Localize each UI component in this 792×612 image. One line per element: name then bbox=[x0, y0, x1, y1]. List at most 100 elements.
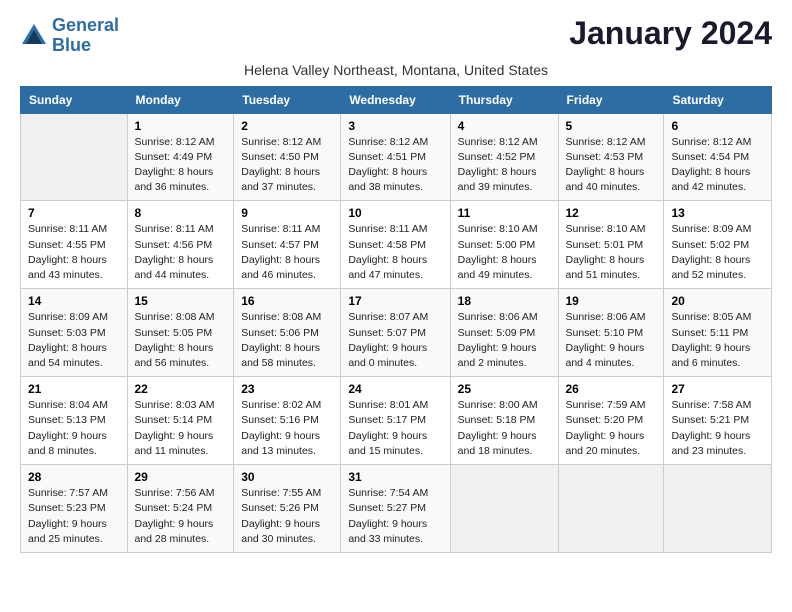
col-wednesday: Wednesday bbox=[341, 86, 450, 113]
calendar-cell: 1 Sunrise: 8:12 AM Sunset: 4:49 PM Daylig… bbox=[127, 113, 234, 201]
calendar-cell: 23 Sunrise: 8:02 AM Sunset: 5:16 PM Dayli… bbox=[234, 377, 341, 465]
calendar-cell: 30 Sunrise: 7:55 AM Sunset: 5:26 PM Dayli… bbox=[234, 465, 341, 553]
logo-line1: General bbox=[52, 15, 119, 35]
calendar-cell: 21 Sunrise: 8:04 AM Sunset: 5:13 PM Dayli… bbox=[21, 377, 128, 465]
logo: General Blue bbox=[20, 16, 119, 56]
calendar-cell: 8 Sunrise: 8:11 AM Sunset: 4:56 PM Daylig… bbox=[127, 201, 234, 289]
day-detail: Sunrise: 8:11 AM Sunset: 4:55 PM Dayligh… bbox=[28, 222, 120, 283]
day-number: 8 bbox=[135, 206, 227, 220]
page: General Blue January 2024 Helena Valley … bbox=[0, 0, 792, 563]
subtitle: Helena Valley Northeast, Montana, United… bbox=[20, 62, 772, 78]
day-number: 22 bbox=[135, 382, 227, 396]
day-number: 15 bbox=[135, 294, 227, 308]
calendar-cell: 14 Sunrise: 8:09 AM Sunset: 5:03 PM Dayli… bbox=[21, 289, 128, 377]
day-number: 14 bbox=[28, 294, 120, 308]
calendar-cell: 15 Sunrise: 8:08 AM Sunset: 5:05 PM Dayli… bbox=[127, 289, 234, 377]
day-number: 17 bbox=[348, 294, 442, 308]
day-detail: Sunrise: 7:56 AM Sunset: 5:24 PM Dayligh… bbox=[135, 486, 227, 547]
day-detail: Sunrise: 8:12 AM Sunset: 4:54 PM Dayligh… bbox=[671, 135, 764, 196]
header: General Blue January 2024 bbox=[20, 16, 772, 56]
week-row-2: 7 Sunrise: 8:11 AM Sunset: 4:55 PM Daylig… bbox=[21, 201, 772, 289]
day-detail: Sunrise: 7:54 AM Sunset: 5:27 PM Dayligh… bbox=[348, 486, 442, 547]
day-detail: Sunrise: 8:09 AM Sunset: 5:02 PM Dayligh… bbox=[671, 222, 764, 283]
day-number: 25 bbox=[458, 382, 551, 396]
day-number: 28 bbox=[28, 470, 120, 484]
day-number: 29 bbox=[135, 470, 227, 484]
day-number: 6 bbox=[671, 119, 764, 133]
day-detail: Sunrise: 8:09 AM Sunset: 5:03 PM Dayligh… bbox=[28, 310, 120, 371]
day-number: 20 bbox=[671, 294, 764, 308]
calendar-cell: 25Sunrise: 8:00 AM Sunset: 5:18 PM Dayli… bbox=[450, 377, 558, 465]
calendar-cell: 4Sunrise: 8:12 AM Sunset: 4:52 PM Daylig… bbox=[450, 113, 558, 201]
day-detail: Sunrise: 8:06 AM Sunset: 5:10 PM Dayligh… bbox=[566, 310, 657, 371]
logo-line2: Blue bbox=[52, 35, 91, 55]
day-number: 26 bbox=[566, 382, 657, 396]
calendar-cell: 7 Sunrise: 8:11 AM Sunset: 4:55 PM Daylig… bbox=[21, 201, 128, 289]
week-row-1: 1 Sunrise: 8:12 AM Sunset: 4:49 PM Daylig… bbox=[21, 113, 772, 201]
title-area: January 2024 bbox=[569, 16, 772, 51]
week-row-3: 14 Sunrise: 8:09 AM Sunset: 5:03 PM Dayli… bbox=[21, 289, 772, 377]
calendar-cell: 27Sunrise: 7:58 AM Sunset: 5:21 PM Dayli… bbox=[664, 377, 772, 465]
calendar-cell: 2Sunrise: 8:12 AM Sunset: 4:50 PM Daylig… bbox=[234, 113, 341, 201]
day-detail: Sunrise: 8:03 AM Sunset: 5:14 PM Dayligh… bbox=[135, 398, 227, 459]
day-number: 18 bbox=[458, 294, 551, 308]
day-detail: Sunrise: 8:12 AM Sunset: 4:53 PM Dayligh… bbox=[566, 135, 657, 196]
day-detail: Sunrise: 8:01 AM Sunset: 5:17 PM Dayligh… bbox=[348, 398, 442, 459]
header-row: Sunday Monday Tuesday Wednesday Thursday… bbox=[21, 86, 772, 113]
calendar-cell: 19Sunrise: 8:06 AM Sunset: 5:10 PM Dayli… bbox=[558, 289, 664, 377]
day-number: 7 bbox=[28, 206, 120, 220]
calendar-cell: 13 Sunrise: 8:09 AM Sunset: 5:02 PM Dayli… bbox=[664, 201, 772, 289]
day-number: 12 bbox=[566, 206, 657, 220]
calendar-cell bbox=[21, 113, 128, 201]
day-detail: Sunrise: 8:08 AM Sunset: 5:06 PM Dayligh… bbox=[241, 310, 333, 371]
calendar-cell: 31 Sunrise: 7:54 AM Sunset: 5:27 PM Dayli… bbox=[341, 465, 450, 553]
day-number: 30 bbox=[241, 470, 333, 484]
day-number: 16 bbox=[241, 294, 333, 308]
day-detail: Sunrise: 8:08 AM Sunset: 5:05 PM Dayligh… bbox=[135, 310, 227, 371]
day-number: 23 bbox=[241, 382, 333, 396]
day-detail: Sunrise: 8:12 AM Sunset: 4:51 PM Dayligh… bbox=[348, 135, 442, 196]
day-number: 13 bbox=[671, 206, 764, 220]
month-title: January 2024 bbox=[569, 16, 772, 51]
calendar-table: Sunday Monday Tuesday Wednesday Thursday… bbox=[20, 86, 772, 553]
calendar-cell: 9 Sunrise: 8:11 AM Sunset: 4:57 PM Daylig… bbox=[234, 201, 341, 289]
calendar-cell: 11Sunrise: 8:10 AM Sunset: 5:00 PM Dayli… bbox=[450, 201, 558, 289]
calendar-cell: 18Sunrise: 8:06 AM Sunset: 5:09 PM Dayli… bbox=[450, 289, 558, 377]
day-number: 21 bbox=[28, 382, 120, 396]
day-number: 31 bbox=[348, 470, 442, 484]
day-detail: Sunrise: 7:59 AM Sunset: 5:20 PM Dayligh… bbox=[566, 398, 657, 459]
calendar-cell: 29 Sunrise: 7:56 AM Sunset: 5:24 PM Dayli… bbox=[127, 465, 234, 553]
day-detail: Sunrise: 8:11 AM Sunset: 4:58 PM Dayligh… bbox=[348, 222, 442, 283]
day-detail: Sunrise: 8:11 AM Sunset: 4:57 PM Dayligh… bbox=[241, 222, 333, 283]
calendar-cell: 5 Sunrise: 8:12 AM Sunset: 4:53 PM Daylig… bbox=[558, 113, 664, 201]
calendar-cell: 26 Sunrise: 7:59 AM Sunset: 5:20 PM Dayli… bbox=[558, 377, 664, 465]
day-detail: Sunrise: 8:02 AM Sunset: 5:16 PM Dayligh… bbox=[241, 398, 333, 459]
day-detail: Sunrise: 8:12 AM Sunset: 4:52 PM Dayligh… bbox=[458, 135, 551, 196]
calendar-cell bbox=[450, 465, 558, 553]
calendar-cell: 6 Sunrise: 8:12 AM Sunset: 4:54 PM Daylig… bbox=[664, 113, 772, 201]
logo-text: General Blue bbox=[52, 16, 119, 56]
day-detail: Sunrise: 8:12 AM Sunset: 4:50 PM Dayligh… bbox=[241, 135, 333, 196]
week-row-5: 28Sunrise: 7:57 AM Sunset: 5:23 PM Dayli… bbox=[21, 465, 772, 553]
col-friday: Friday bbox=[558, 86, 664, 113]
col-monday: Monday bbox=[127, 86, 234, 113]
calendar-cell: 3Sunrise: 8:12 AM Sunset: 4:51 PM Daylig… bbox=[341, 113, 450, 201]
day-number: 24 bbox=[348, 382, 442, 396]
calendar-cell: 20 Sunrise: 8:05 AM Sunset: 5:11 PM Dayli… bbox=[664, 289, 772, 377]
week-row-4: 21 Sunrise: 8:04 AM Sunset: 5:13 PM Dayli… bbox=[21, 377, 772, 465]
day-detail: Sunrise: 8:05 AM Sunset: 5:11 PM Dayligh… bbox=[671, 310, 764, 371]
day-detail: Sunrise: 7:55 AM Sunset: 5:26 PM Dayligh… bbox=[241, 486, 333, 547]
day-number: 5 bbox=[566, 119, 657, 133]
col-sunday: Sunday bbox=[21, 86, 128, 113]
day-detail: Sunrise: 8:07 AM Sunset: 5:07 PM Dayligh… bbox=[348, 310, 442, 371]
day-detail: Sunrise: 8:12 AM Sunset: 4:49 PM Dayligh… bbox=[135, 135, 227, 196]
calendar-cell bbox=[664, 465, 772, 553]
day-detail: Sunrise: 8:04 AM Sunset: 5:13 PM Dayligh… bbox=[28, 398, 120, 459]
calendar-cell: 12Sunrise: 8:10 AM Sunset: 5:01 PM Dayli… bbox=[558, 201, 664, 289]
day-number: 1 bbox=[135, 119, 227, 133]
col-tuesday: Tuesday bbox=[234, 86, 341, 113]
day-number: 11 bbox=[458, 206, 551, 220]
day-number: 27 bbox=[671, 382, 764, 396]
day-number: 9 bbox=[241, 206, 333, 220]
day-detail: Sunrise: 8:11 AM Sunset: 4:56 PM Dayligh… bbox=[135, 222, 227, 283]
